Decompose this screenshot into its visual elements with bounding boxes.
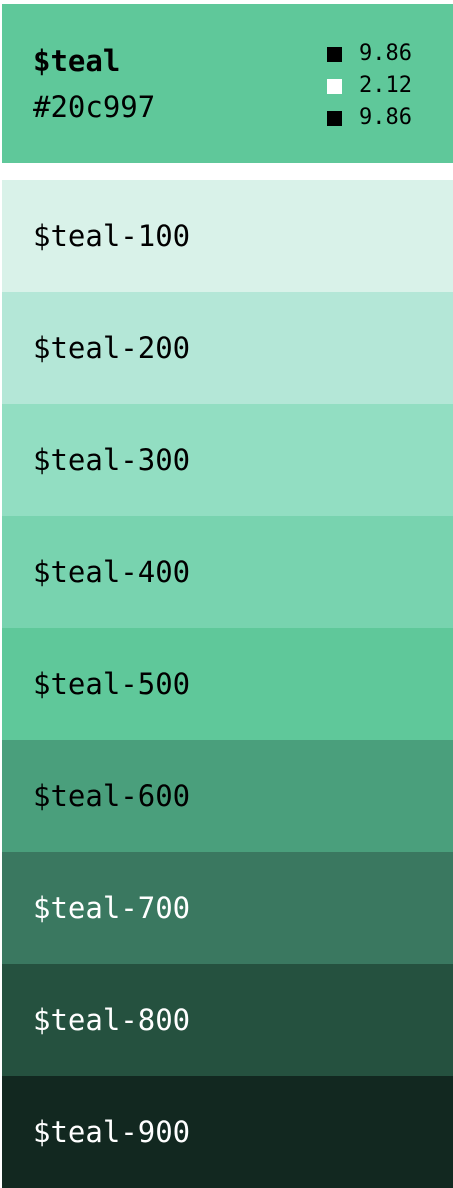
shade-label: $teal-700 [33,891,191,925]
color-name: $teal [33,44,121,78]
color-hex: #20c997 [33,90,156,124]
shade-label: $teal-800 [33,1003,191,1037]
shade-swatch-700: $teal-700 [2,852,453,964]
shade-label: $teal-200 [33,331,191,365]
contrast-ratio-list: 9.86 2.12 9.86 [327,38,427,134]
shade-label: $teal-400 [33,555,191,589]
contrast-row: 2.12 [327,70,427,102]
contrast-value: 9.86 [359,41,412,66]
contrast-swatch-icon [327,78,342,94]
shade-swatch-100: $teal-100 [2,180,453,292]
shade-label: $teal-900 [33,1115,191,1149]
shade-list: $teal-100 $teal-200 $teal-300 $teal-400 … [2,180,453,1188]
shade-swatch-600: $teal-600 [2,740,453,852]
shade-swatch-500: $teal-500 [2,628,453,740]
shade-label: $teal-600 [33,779,191,813]
shade-swatch-900: $teal-900 [2,1076,453,1188]
shade-label: $teal-300 [33,443,191,477]
shade-swatch-300: $teal-300 [2,404,453,516]
color-palette: $teal #20c997 9.86 2.12 9.86 $teal-100 $… [0,0,453,1188]
shade-swatch-400: $teal-400 [2,516,453,628]
shade-label: $teal-500 [33,667,191,701]
contrast-row: 9.86 [327,102,427,134]
contrast-swatch-icon [327,110,342,126]
contrast-row: 9.86 [327,38,427,70]
teal-base-swatch: $teal #20c997 9.86 2.12 9.86 [2,4,453,163]
contrast-swatch-icon [327,46,342,62]
shade-label: $teal-100 [33,219,191,253]
contrast-value: 9.86 [359,105,412,130]
shade-swatch-200: $teal-200 [2,292,453,404]
contrast-value: 2.12 [359,73,412,98]
shade-swatch-800: $teal-800 [2,964,453,1076]
